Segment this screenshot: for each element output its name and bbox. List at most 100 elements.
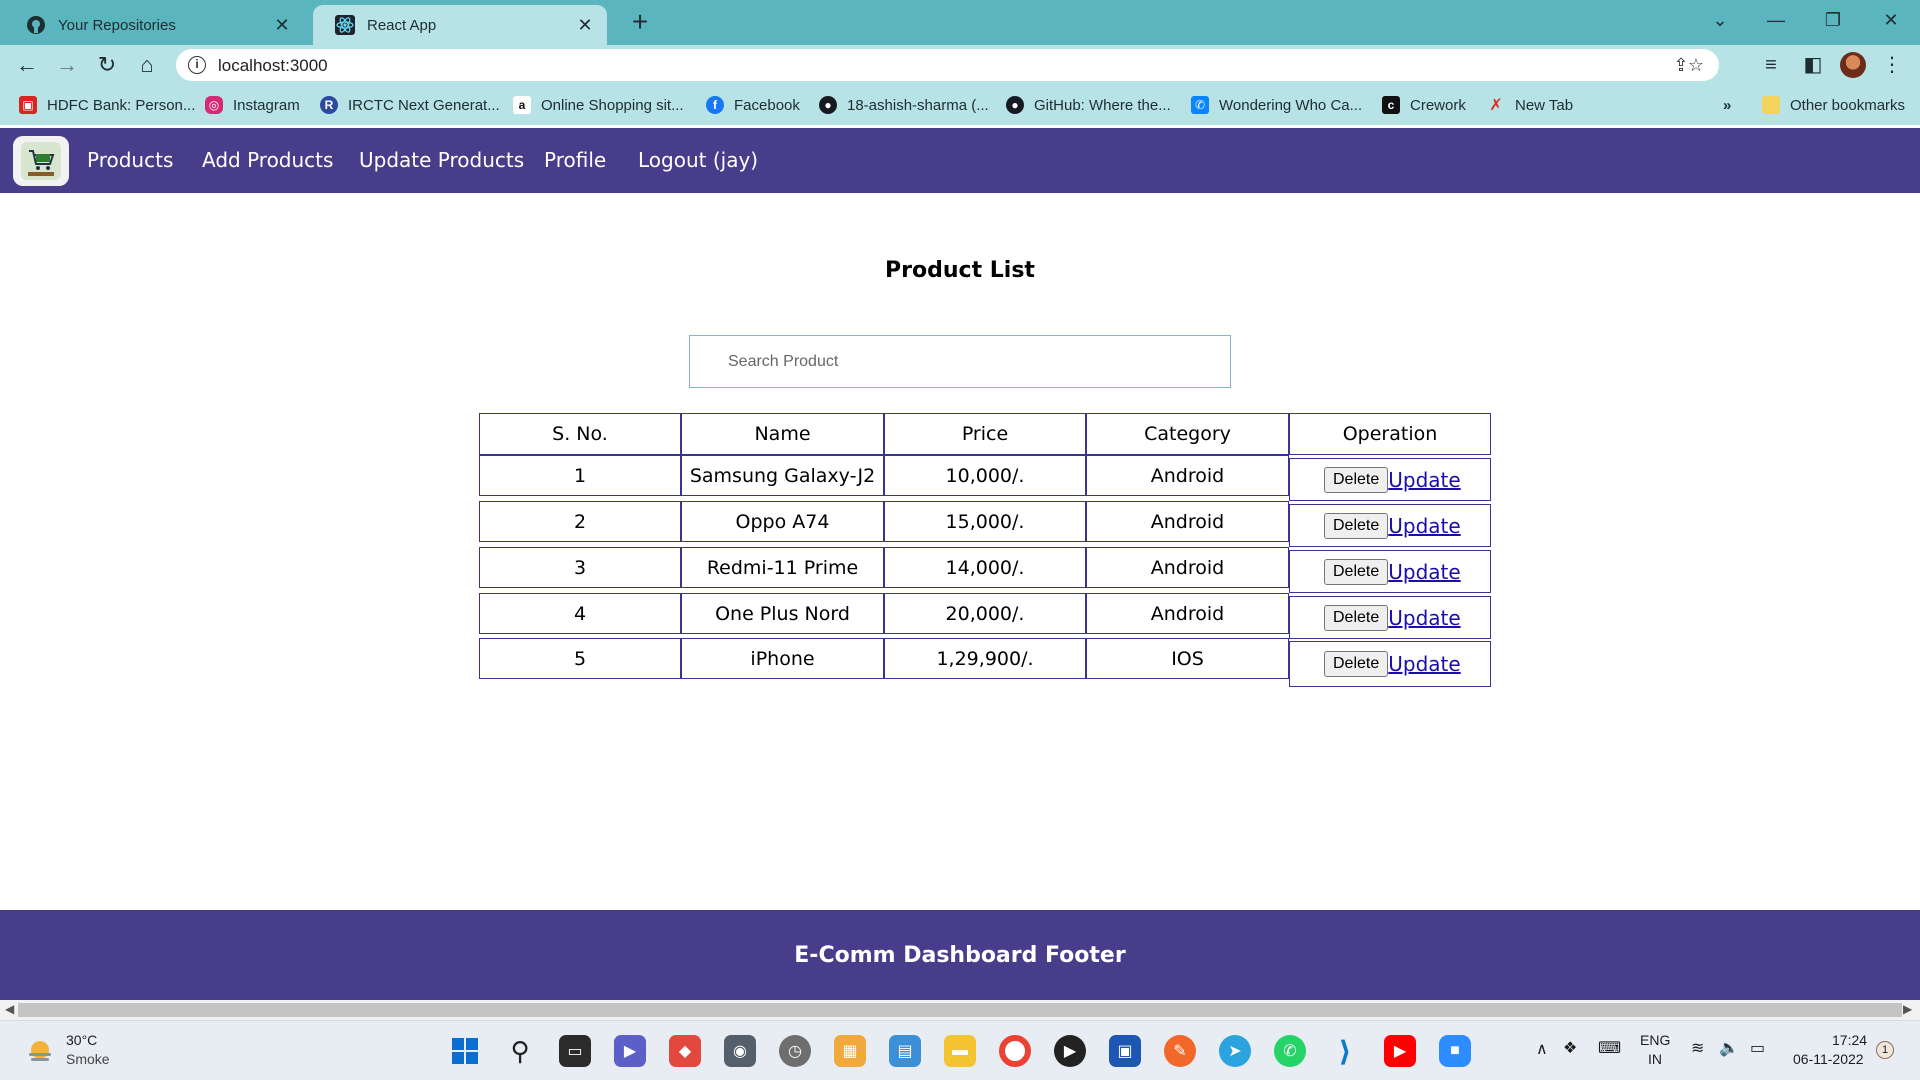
clock-date[interactable]: 06-11-2022 [1793,1051,1864,1067]
bookmark-crework[interactable]: c Crework [1382,95,1466,115]
cell-price: 14,000/. [884,547,1086,588]
bookmarks-overflow-button[interactable]: » [1723,95,1731,115]
delete-button[interactable]: Delete [1324,512,1389,539]
dropbox-icon[interactable]: ❖ [1563,1038,1577,1058]
bookmark-star-icon[interactable]: ☆ [1684,53,1708,77]
nav-profile[interactable]: Profile [544,148,606,172]
camera-icon[interactable]: ◉ [724,1035,756,1067]
forward-icon[interactable]: → [51,49,83,81]
bookmark-label: Facebook [734,96,800,114]
site-info-icon[interactable]: i [188,56,206,74]
media-player-icon[interactable]: ▶ [1054,1035,1086,1067]
nav-add-products[interactable]: Add Products [202,148,333,172]
new-tab-button[interactable]: + [625,7,655,37]
bookmark-label: 18-ashish-sharma (... [847,96,989,114]
vscode-icon[interactable]: ⟩ [1329,1035,1361,1067]
header-operation: Operation [1289,413,1491,455]
update-link[interactable]: Update [1388,652,1460,676]
bookmark-truecaller[interactable]: ✆ Wondering Who Ca... [1191,95,1362,115]
photos-icon[interactable]: ▦ [834,1035,866,1067]
tab-search-chevron-icon[interactable]: ⌄ [1700,4,1740,36]
git-app-icon[interactable]: ◆ [669,1035,701,1067]
instagram-icon: ◎ [205,96,223,114]
update-link[interactable]: Update [1388,560,1460,584]
brave-pen-icon[interactable]: ✎ [1164,1035,1196,1067]
control-panel-icon[interactable]: ▤ [889,1035,921,1067]
reload-icon[interactable]: ↻ [91,49,123,81]
weather-widget[interactable]: 30°C Smoke [22,1031,132,1071]
whatsapp-icon[interactable]: ✆ [1274,1035,1306,1067]
chrome-icon[interactable] [999,1035,1031,1067]
update-link[interactable]: Update [1388,606,1460,630]
telegram-icon[interactable]: ➤ [1219,1035,1251,1067]
folder-icon [1762,96,1780,114]
profile-avatar[interactable] [1840,52,1866,78]
cell-operation: Delete Update [1289,596,1491,639]
volume-icon[interactable]: 🔈 [1719,1038,1739,1058]
amazon-icon: a [513,96,531,114]
file-explorer-icon[interactable]: ▬ [944,1035,976,1067]
footer-text: E-Comm Dashboard Footer [794,942,1126,968]
bookmark-label: Wondering Who Ca... [1219,96,1363,114]
youtube-icon[interactable]: ▶ [1384,1035,1416,1067]
minimize-icon[interactable]: — [1756,4,1796,36]
notification-badge[interactable]: 1 [1876,1041,1894,1059]
close-tab-icon[interactable]: ✕ [272,15,292,36]
search-input[interactable] [689,335,1231,388]
update-link[interactable]: Update [1388,514,1460,538]
task-view-icon[interactable]: ▭ [559,1035,591,1067]
battery-icon[interactable]: ▭ [1750,1038,1765,1058]
bookmark-github[interactable]: ● GitHub: Where the... [1006,95,1171,115]
delete-button[interactable]: Delete [1324,604,1389,631]
address-bar[interactable]: i localhost:3000 ⇪ ☆ [176,49,1719,81]
cell-sno: 5 [479,638,681,679]
nav-logout[interactable]: Logout (jay) [638,148,758,172]
delete-button[interactable]: Delete [1324,558,1389,585]
keyboard-icon[interactable]: ⌨ [1598,1038,1621,1058]
bookmark-facebook[interactable]: f Facebook [706,95,800,115]
show-hidden-icons-icon[interactable]: ∧ [1536,1039,1548,1059]
teams-chat-icon[interactable]: ▶ [614,1035,646,1067]
delete-button[interactable]: Delete [1324,651,1389,677]
bookmark-hdfc[interactable]: ▣ HDFC Bank: Person... [19,95,195,115]
cell-operation: Delete Update [1289,458,1491,501]
tab-your-repositories[interactable]: Your Repositories ✕ [4,5,304,45]
zoom-icon[interactable]: ■ [1439,1035,1471,1067]
delete-button[interactable]: Delete [1324,466,1389,493]
close-tab-icon[interactable]: ✕ [575,15,595,36]
nav-products[interactable]: Products [87,148,173,172]
shopping-cart-icon [21,142,61,180]
other-bookmarks[interactable]: Other bookmarks [1762,95,1905,115]
wifi-icon[interactable]: ≋ [1691,1038,1704,1058]
clock-icon[interactable]: ◷ [779,1035,811,1067]
cell-category: Android [1086,547,1289,588]
horizontal-scrollbar[interactable]: ◀ ▶ [0,1000,1920,1020]
weather-haze-icon [29,1041,51,1061]
app-navbar: Products Add Products Update Products Pr… [0,128,1920,193]
restore-icon[interactable]: ❐ [1813,4,1853,36]
scrollbar-thumb[interactable] [18,1003,1902,1017]
store-icon[interactable]: ▣ [1109,1035,1141,1067]
bookmark-instagram[interactable]: ◎ Instagram [205,95,300,115]
search-icon[interactable]: ⚲ [504,1035,536,1067]
bookmark-irctc[interactable]: R IRCTC Next Generat... [320,95,500,115]
side-panel-icon[interactable]: ◧ [1797,49,1829,81]
tab-react-app[interactable]: React App ✕ [313,5,607,45]
bookmarks-bar: ▣ HDFC Bank: Person... ◎ Instagram R IRC… [0,85,1920,125]
update-link[interactable]: Update [1388,468,1460,492]
more-menu-icon[interactable]: ⋮ [1876,49,1908,81]
reading-list-icon[interactable]: ≡ [1755,49,1787,81]
bookmark-github-profile[interactable]: ● 18-ashish-sharma (... [819,95,989,115]
clock-time[interactable]: 17:24 [1832,1032,1867,1048]
scroll-left-icon[interactable]: ◀ [5,1002,14,1016]
start-windows-icon[interactable] [449,1035,481,1067]
scroll-right-icon[interactable]: ▶ [1903,1002,1912,1016]
close-window-icon[interactable]: ✕ [1871,4,1911,36]
home-icon[interactable]: ⌂ [131,49,163,81]
back-icon[interactable]: ← [11,49,43,81]
bookmark-amazon[interactable]: a Online Shopping sit... [513,95,684,115]
nav-update-products[interactable]: Update Products [359,148,524,172]
bookmark-new-tab[interactable]: ✗ New Tab [1487,95,1573,115]
language-indicator[interactable]: ENG [1640,1032,1670,1048]
react-icon [335,15,355,35]
